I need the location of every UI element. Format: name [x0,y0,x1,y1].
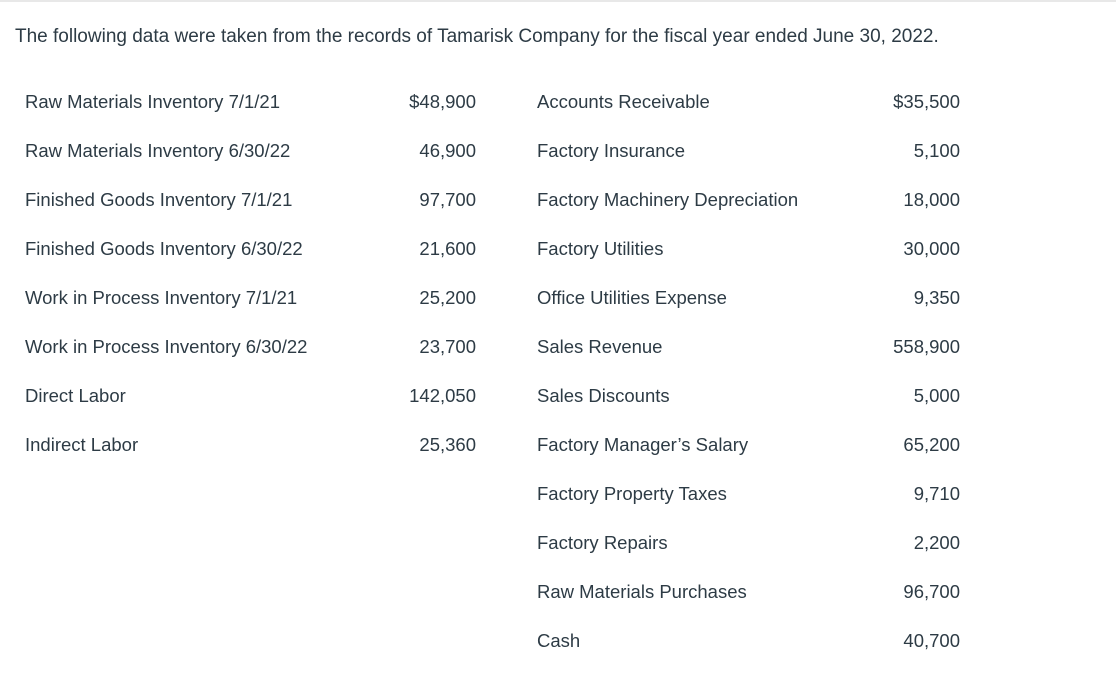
right-account-label: Factory Repairs [537,532,668,553]
right-account-value: 558,900 [893,336,960,357]
left-account-value: 21,600 [419,238,476,259]
right-account-value: 9,350 [913,287,960,308]
right-account-value: 40,700 [903,630,960,651]
right-account-label: Sales Discounts [537,385,670,406]
right-account-value: 96,700 [903,581,960,602]
left-account-value: 97,700 [419,189,476,210]
right-account-value: 65,200 [903,434,960,455]
left-account-label: Work in Process Inventory 6/30/22 [25,336,308,357]
left-account-value: 25,200 [419,287,476,308]
left-account-value: 142,050 [409,385,476,406]
left-account-value: 25,360 [419,434,476,455]
right-account-label: Factory Manager’s Salary [537,434,749,455]
right-account-label: Factory Insurance [537,140,686,161]
right-account-label: Office Utilities Expense [537,287,727,308]
right-account-value: 5,000 [913,385,960,406]
top-divider [0,0,1116,2]
left-account-label: Finished Goods Inventory 6/30/22 [25,238,303,259]
left-account-label: Raw Materials Inventory 7/1/21 [25,91,281,112]
right-account-label: Factory Property Taxes [537,483,727,504]
left-account-label: Raw Materials Inventory 6/30/22 [25,140,291,161]
right-account-label: Raw Materials Purchases [537,581,747,602]
right-account-value: 5,100 [913,140,960,161]
right-account-label: Cash [537,630,581,651]
left-account-value: 46,900 [419,140,476,161]
left-account-label: Finished Goods Inventory 7/1/21 [25,189,293,210]
intro-text: The following data were taken from the r… [15,26,939,47]
left-account-label: Work in Process Inventory 7/1/21 [25,287,298,308]
left-account-label: Direct Labor [25,385,126,406]
right-account-value: 30,000 [903,238,960,259]
right-account-value: 9,710 [913,483,960,504]
right-account-value: 18,000 [903,189,960,210]
right-account-label: Sales Revenue [537,336,663,357]
left-account-label: Indirect Labor [25,434,139,455]
right-account-label: Factory Machinery Depreciation [537,189,799,210]
right-account-value: $35,500 [893,91,960,112]
left-account-value: $48,900 [409,91,476,112]
right-account-value: 2,200 [913,532,960,553]
right-account-label: Factory Utilities [537,238,664,259]
right-account-label: Accounts Receivable [537,91,710,112]
left-account-value: 23,700 [419,336,476,357]
